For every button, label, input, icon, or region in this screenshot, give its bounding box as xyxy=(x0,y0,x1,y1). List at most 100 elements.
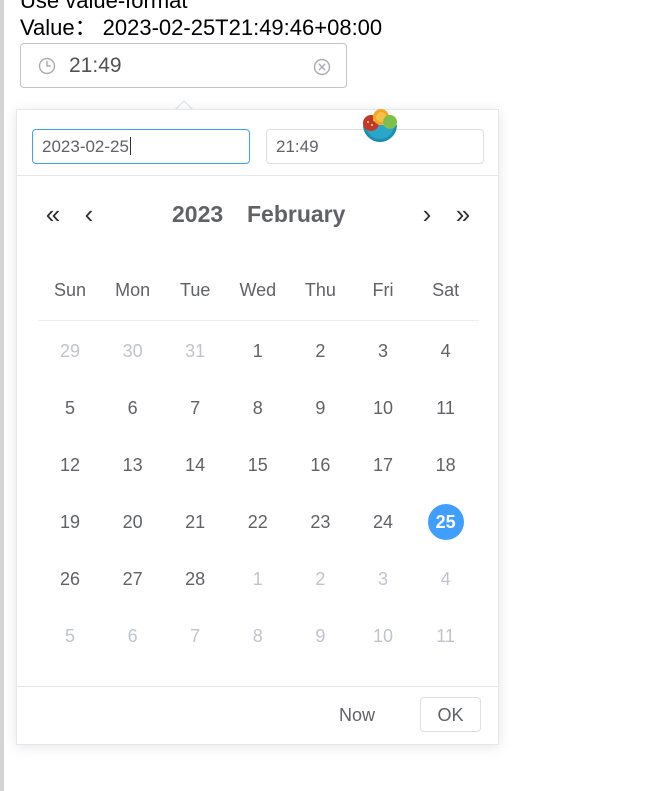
value-label: Value： xyxy=(20,15,97,40)
calendar-day-number: 25 xyxy=(427,504,464,540)
ok-button[interactable]: OK xyxy=(420,697,481,732)
calendar-day-cell[interactable]: 17 xyxy=(352,447,414,483)
now-button[interactable]: Now xyxy=(339,705,375,726)
calendar-day-number: 23 xyxy=(310,512,331,532)
calendar-day-number: 28 xyxy=(185,569,206,589)
next-year-button[interactable]: » xyxy=(452,201,474,227)
year-label[interactable]: 2023 xyxy=(172,201,223,228)
calendar-day-cell[interactable]: 16 xyxy=(289,447,351,483)
calendar-day-number: 29 xyxy=(59,341,81,361)
calendar-day-number: 4 xyxy=(440,569,451,589)
calendar-day-cell[interactable]: 1 xyxy=(227,333,289,369)
calendar-day-cell[interactable]: 13 xyxy=(102,447,164,483)
calendar-day-cell[interactable]: 9 xyxy=(289,390,351,426)
calendar-day-cell[interactable]: 14 xyxy=(164,447,226,483)
weekday-label: Wed xyxy=(239,280,277,300)
calendar-day-cell[interactable]: 2 xyxy=(289,561,351,597)
calendar-day-number: 26 xyxy=(59,569,81,589)
calendar-day-cell[interactable]: 6 xyxy=(102,390,164,426)
calendar-day-cell[interactable]: 9 xyxy=(289,618,351,654)
calendar-day-number: 1 xyxy=(252,569,263,589)
calendar-day-selected[interactable]: 25 xyxy=(415,504,477,540)
calendar-day-cell[interactable]: 6 xyxy=(102,618,164,654)
text-caret xyxy=(129,137,131,155)
calendar-day-number: 5 xyxy=(64,398,75,418)
calendar-day-number: 8 xyxy=(252,626,263,646)
calendar-day-number: 11 xyxy=(436,626,455,646)
circle-close-icon[interactable] xyxy=(313,58,331,76)
calendar-day-number: 20 xyxy=(122,512,143,532)
weekday-divider xyxy=(38,320,479,321)
weekday-label: Thu xyxy=(304,280,336,300)
calendar-day-number: 19 xyxy=(59,512,81,532)
calendar-day-cell[interactable]: 31 xyxy=(164,333,226,369)
datetime-picker-panel: 2023-02-25 21:49 « ‹ 2023 February › » S… xyxy=(16,109,499,745)
calendar-day-cell[interactable]: 11 xyxy=(415,618,477,654)
calendar-day-cell[interactable]: 20 xyxy=(102,504,164,540)
calendar-day-number: 31 xyxy=(185,341,206,361)
calendar-day-number: 2 xyxy=(315,341,326,361)
weekday-label: Sat xyxy=(432,280,460,300)
calendar-day-cell[interactable]: 24 xyxy=(352,504,414,540)
calendar-day-cell[interactable]: 3 xyxy=(352,561,414,597)
calendar-day-number: 9 xyxy=(315,398,326,418)
calendar-day-cell[interactable]: 26 xyxy=(39,561,101,597)
datetime-picker-input[interactable]: 21:49 xyxy=(20,43,347,88)
calendar-day-number: 9 xyxy=(315,626,326,646)
calendar-day-number: 7 xyxy=(190,626,201,646)
calendar-day-cell[interactable]: 22 xyxy=(227,504,289,540)
calendar-day-cell[interactable]: 2 xyxy=(289,333,351,369)
calendar-day-cell[interactable]: 8 xyxy=(227,390,289,426)
calendar-day-cell[interactable]: 4 xyxy=(415,561,477,597)
calendar-day-number: 2 xyxy=(315,569,326,589)
calendar-day-cell[interactable]: 7 xyxy=(164,390,226,426)
calendar-day-cell[interactable]: 1 xyxy=(227,561,289,597)
calendar-day-number: 6 xyxy=(127,398,138,418)
calendar-day-cell[interactable]: 7 xyxy=(164,618,226,654)
calendar-day-number: 11 xyxy=(436,398,455,418)
calendar-day-cell[interactable]: 10 xyxy=(352,618,414,654)
calendar-day-number: 10 xyxy=(372,398,394,418)
calendar-day-number: 22 xyxy=(247,512,268,532)
calendar-day-cell[interactable]: 28 xyxy=(164,561,226,597)
calendar-day-number: 8 xyxy=(252,398,263,418)
calendar-day-cell[interactable]: 4 xyxy=(415,333,477,369)
calendar-day-number: 17 xyxy=(372,455,394,475)
calendar-day-number: 15 xyxy=(247,455,268,475)
calendar-day-cell[interactable]: 23 xyxy=(289,504,351,540)
calendar-day-cell[interactable]: 21 xyxy=(164,504,226,540)
calendar-day-cell[interactable]: 10 xyxy=(352,390,414,426)
section-heading: Use value-format xyxy=(20,0,188,13)
calendar-day-cell[interactable]: 18 xyxy=(415,447,477,483)
calendar-day-number: 4 xyxy=(440,341,451,361)
calendar-day-cell[interactable]: 12 xyxy=(39,447,101,483)
date-text-input[interactable]: 2023-02-25 xyxy=(32,129,250,164)
calendar-day-cell[interactable]: 29 xyxy=(39,333,101,369)
calendar-day-number: 16 xyxy=(310,455,331,475)
calendar-day-cell[interactable]: 5 xyxy=(39,618,101,654)
calendar-day-cell[interactable]: 3 xyxy=(352,333,414,369)
date-text-value: 2023-02-25 xyxy=(42,137,129,156)
calendar-day-cell[interactable]: 27 xyxy=(102,561,164,597)
calendar-day-cell[interactable]: 19 xyxy=(39,504,101,540)
weekday-label: Sun xyxy=(53,280,87,300)
prev-month-button[interactable]: ‹ xyxy=(78,201,100,227)
panel-input-row: 2023-02-25 21:49 xyxy=(17,109,498,176)
calendar-day-cell[interactable]: 15 xyxy=(227,447,289,483)
calendar-day-number: 18 xyxy=(435,455,456,475)
calendar-day-cell[interactable]: 30 xyxy=(102,333,164,369)
calendar-day-cell[interactable]: 5 xyxy=(39,390,101,426)
calendar-day-number: 1 xyxy=(252,341,263,361)
month-label[interactable]: February xyxy=(247,201,345,228)
prev-year-button[interactable]: « xyxy=(42,201,64,227)
weekday-label: Fri xyxy=(372,280,394,300)
next-month-button[interactable]: › xyxy=(416,201,438,227)
calendar-day-cell[interactable]: 11 xyxy=(415,390,477,426)
calendar-day-cell[interactable]: 8 xyxy=(227,618,289,654)
calendar-day-number: 14 xyxy=(185,455,206,475)
value-display: Value： 2023-02-25T21:49:46+08:00 xyxy=(20,14,382,42)
page-left-border xyxy=(0,0,4,791)
calendar-day-number: 3 xyxy=(377,569,388,589)
calendar-day-number: 6 xyxy=(127,626,138,646)
weekday-label: Tue xyxy=(180,280,211,300)
